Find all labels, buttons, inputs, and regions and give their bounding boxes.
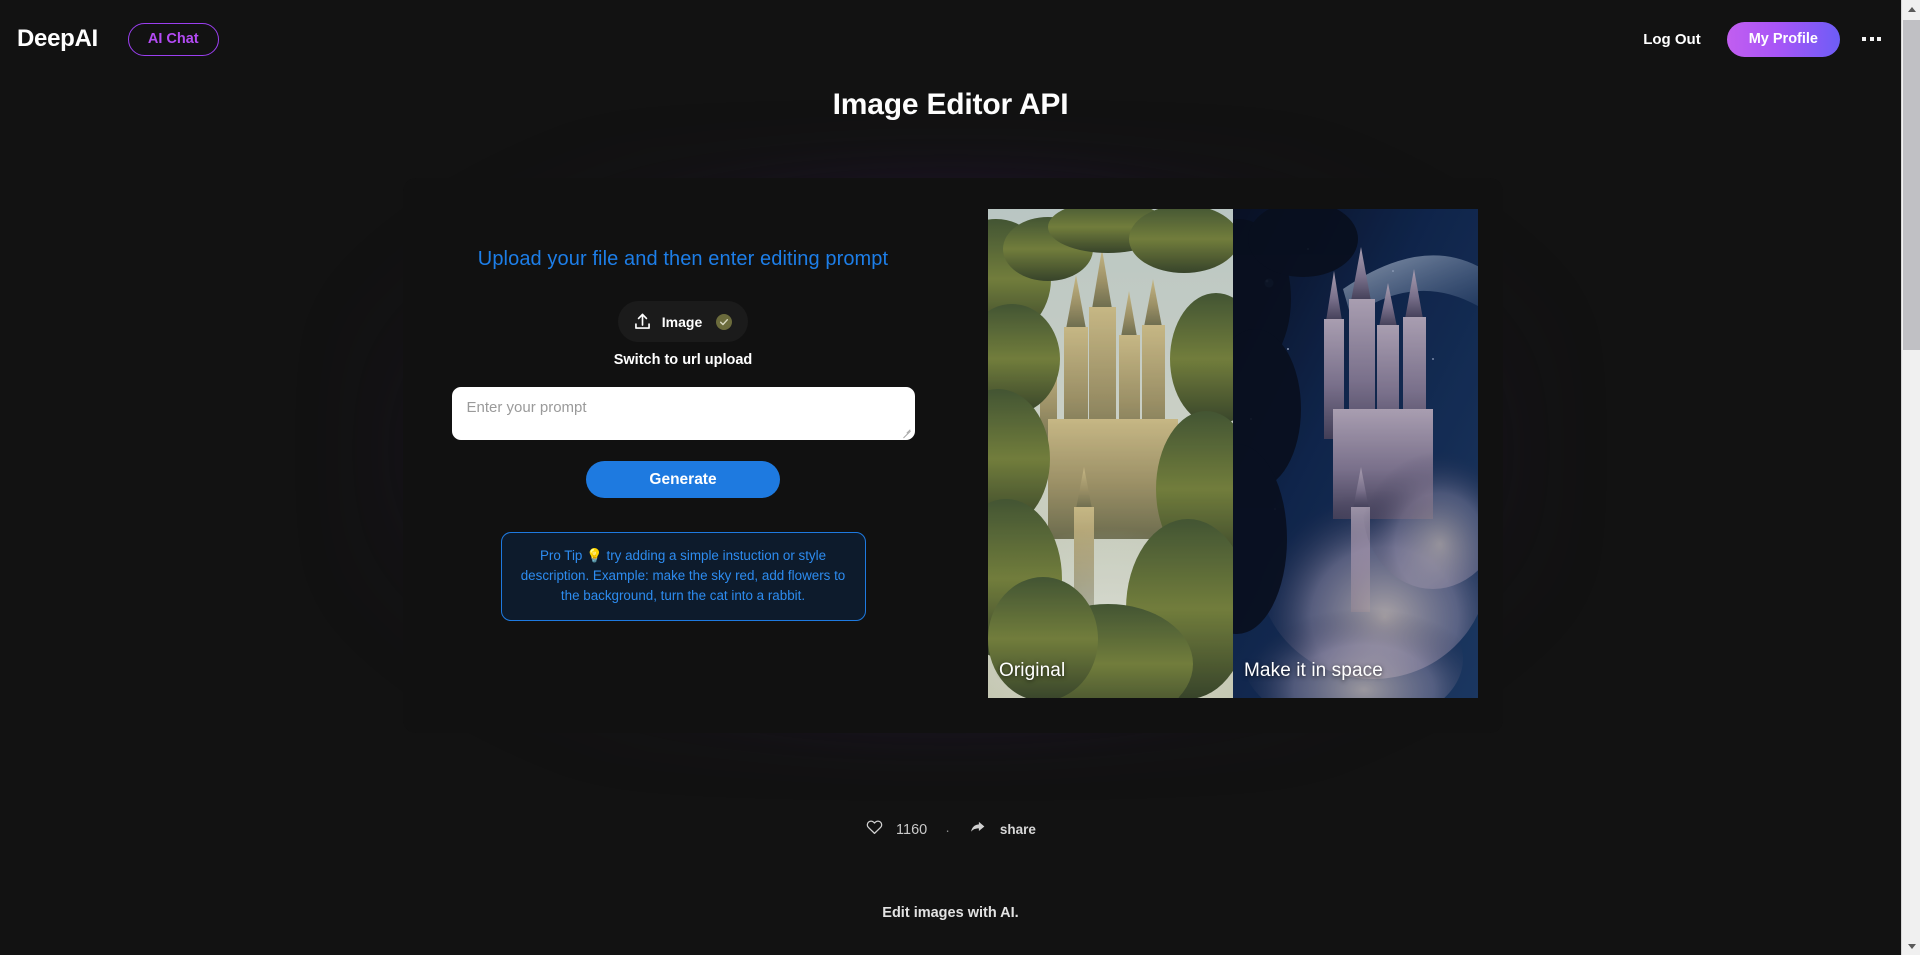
example-image-edited[interactable]: Make it in space (1233, 209, 1478, 698)
prompt-input[interactable] (453, 388, 914, 439)
example-images-pane: Original (963, 178, 1503, 733)
space-castle-artwork (1233, 209, 1478, 698)
scrollbar-thumb[interactable] (1903, 20, 1920, 350)
heart-icon (865, 818, 884, 841)
switch-to-url-upload-link[interactable]: Switch to url upload (614, 352, 753, 368)
scroll-down-arrow-icon[interactable] (1902, 937, 1920, 955)
nav-right-group: Log Out My Profile (1643, 22, 1901, 57)
post-actions-bar: 1160 · share (0, 818, 1901, 841)
dot-2 (1870, 37, 1874, 41)
pro-tip-callout: Pro Tip 💡 try adding a simple instuction… (501, 532, 866, 621)
prompt-input-wrapper[interactable] (452, 387, 915, 440)
share-label: share (1000, 822, 1036, 837)
image-caption-edited: Make it in space (1244, 660, 1383, 682)
page-scrollbar[interactable] (1901, 0, 1920, 955)
scroll-up-arrow-icon[interactable] (1902, 0, 1920, 18)
upload-button-label: Image (662, 314, 702, 330)
upload-success-check-icon (716, 314, 732, 330)
editor-card: Upload your file and then enter editing … (403, 178, 1503, 733)
ai-chat-button[interactable]: AI Chat (128, 23, 219, 56)
like-count: 1160 (896, 822, 927, 838)
example-image-original[interactable]: Original (988, 209, 1233, 698)
app-root: DeepAI AI Chat Log Out My Profile Image … (0, 0, 1920, 955)
dot-3 (1877, 37, 1881, 41)
log-out-link[interactable]: Log Out (1643, 31, 1700, 48)
my-profile-button[interactable]: My Profile (1727, 22, 1840, 57)
dot-1 (1862, 37, 1866, 41)
brand-logo[interactable]: DeepAI (17, 25, 98, 53)
share-button[interactable]: share (968, 818, 1036, 841)
more-options-icon[interactable] (1860, 31, 1883, 47)
before-after-image-pair: Original (988, 209, 1478, 698)
upload-image-button[interactable]: Image (618, 301, 748, 342)
upload-icon (632, 311, 653, 332)
top-navigation-bar: DeepAI AI Chat Log Out My Profile (0, 0, 1901, 78)
action-separator: · (945, 822, 950, 838)
page-tagline: Edit images with AI. (0, 905, 1901, 921)
editor-controls-pane: Upload your file and then enter editing … (403, 178, 963, 733)
generate-button[interactable]: Generate (586, 461, 780, 498)
page-title: Image Editor API (0, 88, 1901, 122)
image-caption-original: Original (999, 660, 1065, 682)
editor-section: Upload your file and then enter editing … (281, 130, 1621, 790)
upload-heading: Upload your file and then enter editing … (478, 248, 888, 271)
original-castle-artwork (988, 209, 1233, 698)
like-button[interactable]: 1160 (865, 818, 927, 841)
share-arrow-icon (968, 818, 988, 841)
